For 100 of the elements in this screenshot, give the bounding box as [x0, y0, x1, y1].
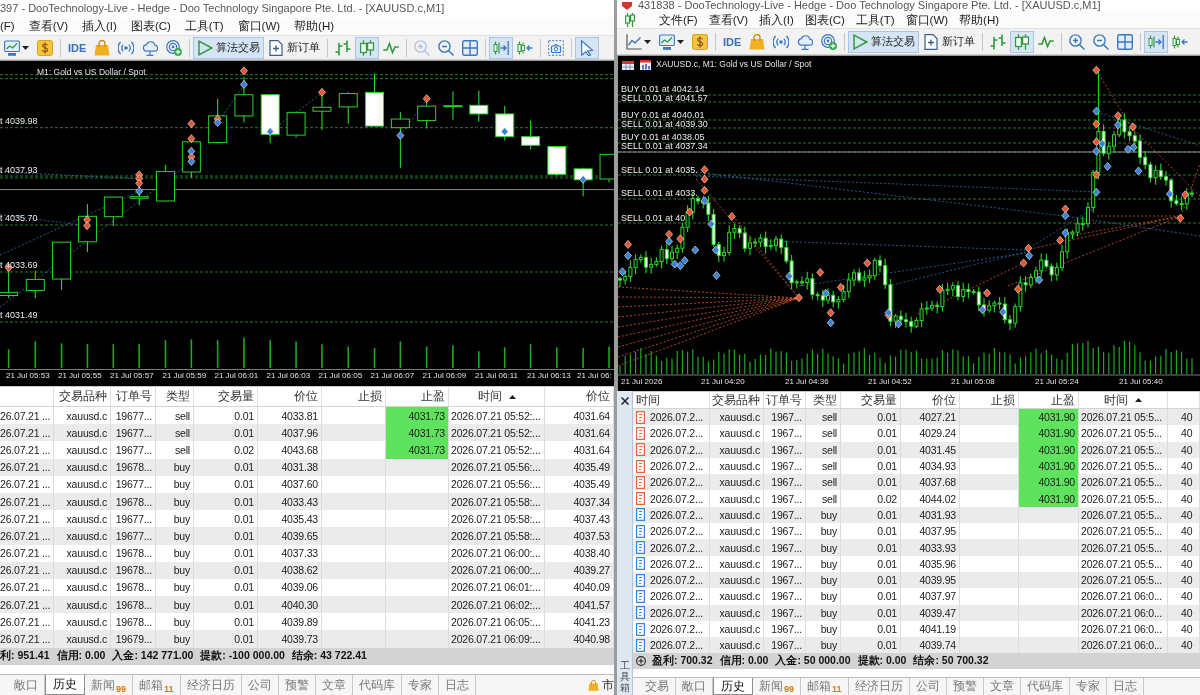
menu-item[interactable]: 插入(I)	[759, 12, 794, 27]
window-title: 397 - DooTechnology-Live - Hedge - Doo Technology Singapore Pte. Ltd. - [XAUUSD.c,M1]	[0, 3, 445, 14]
column-header[interactable]: 价位	[901, 392, 960, 408]
zoom-out-icon	[438, 39, 455, 56]
column-header[interactable]: 时间	[633, 392, 710, 408]
autoscroll-button[interactable]	[489, 36, 514, 59]
column-header[interactable]: 止盈	[385, 387, 449, 406]
tab[interactable]: 日志	[438, 675, 476, 695]
table-cell: 4040.98	[545, 630, 614, 648]
table-cell: 4031.64	[545, 441, 614, 459]
table-cell: 0.01	[841, 588, 901, 605]
column-header[interactable]: 类型	[806, 392, 841, 408]
column-header[interactable]: 交易品种	[54, 387, 111, 406]
column-header[interactable]: 价位	[258, 387, 322, 406]
tab[interactable]: 交易	[633, 678, 676, 695]
table-cell: 0.01	[194, 458, 258, 476]
tab[interactable]: 文章	[983, 678, 1021, 695]
table-cell: 0.01	[841, 604, 901, 621]
tab[interactable]: 专家	[401, 675, 439, 695]
new-order-button[interactable]: 新订单	[264, 36, 325, 59]
column-header[interactable]: 价位	[545, 387, 614, 406]
table-cell: buy	[156, 630, 194, 648]
cloud-icon	[142, 39, 159, 56]
column-header[interactable]: 时间	[1079, 392, 1168, 408]
column-header[interactable]: 交易品种	[710, 392, 764, 408]
table-cell: 4039.65	[258, 527, 322, 545]
column-header[interactable]: 止损	[960, 392, 1019, 408]
tab[interactable]: 代码库	[352, 675, 402, 695]
menu-item[interactable]: 工具(T)	[855, 12, 895, 27]
table-cell: 40	[1168, 588, 1200, 605]
menu-item[interactable]: 帮助(H)	[959, 12, 1000, 27]
tab[interactable]: 经济日历	[180, 675, 242, 695]
table-cell: 4039.47	[901, 604, 960, 621]
table-cell: 4037.33	[258, 544, 322, 562]
menu-item[interactable]: 工具(T)	[184, 19, 224, 33]
tab[interactable]: 日志	[1106, 678, 1144, 695]
column-header[interactable]: 止盈	[1019, 392, 1079, 408]
sort-arrow-icon	[508, 394, 516, 399]
table-cell: buy	[156, 458, 194, 476]
unread-count: 99	[116, 684, 126, 694]
menu-item[interactable]: 插入(I)	[82, 19, 117, 33]
algo-trading-button[interactable]: 算法交易	[193, 36, 265, 59]
menu-item[interactable]: 查看(V)	[708, 12, 749, 27]
market-button[interactable]: 市	[586, 675, 614, 695]
toolbox-label: 工具箱	[619, 660, 630, 693]
tab[interactable]: 专家	[1069, 678, 1107, 695]
unread-count: 11	[164, 684, 174, 694]
tab[interactable]: 预警	[278, 675, 316, 695]
new-order-button[interactable]: 新订单	[919, 30, 980, 53]
tab[interactable]: 预警	[946, 678, 984, 695]
column-header[interactable]: 交易量	[194, 387, 258, 406]
menu-item[interactable]: 图表(C)	[804, 12, 845, 27]
open-time: 2026.07.2...	[650, 427, 704, 440]
table-cell: xauusd.c	[54, 527, 111, 545]
tab[interactable]: 历史	[713, 678, 753, 695]
menu-item[interactable]: 窗口(W)	[237, 19, 281, 33]
candlestick-button[interactable]	[355, 36, 380, 59]
menu-item[interactable]: 图表(C)	[130, 19, 171, 33]
table-cell: 4031.90	[1019, 490, 1079, 507]
table-cell: 0.01	[841, 425, 901, 442]
tab[interactable]: 历史	[45, 675, 85, 695]
table-cell: 2026.07.21 06:00:...	[449, 544, 545, 562]
table-cell: 4035.49	[545, 475, 614, 493]
table-cell: 4035.96	[901, 555, 960, 572]
menu-item[interactable]: 帮助(H)	[294, 19, 335, 33]
tab[interactable]: 文章	[315, 675, 353, 695]
menu-item[interactable]: (F)	[0, 19, 15, 33]
column-header[interactable]: 止损	[322, 387, 386, 406]
cursor-button[interactable]	[575, 36, 600, 59]
menu-item[interactable]: 查看(V)	[28, 19, 69, 33]
menu-item[interactable]: 窗口(W)	[905, 12, 949, 27]
column-header[interactable]: 订单号	[111, 387, 156, 406]
column-header[interactable]: 类型	[156, 387, 194, 406]
open-time: 2026.07.2...	[650, 492, 704, 505]
column-header[interactable]: 交易量	[841, 392, 901, 408]
tab[interactable]: 公司	[909, 678, 947, 695]
ide-button[interactable]: IDE	[719, 30, 746, 53]
tab[interactable]: 公司	[241, 675, 279, 695]
candlestick-button[interactable]	[1010, 30, 1035, 53]
table-cell: 4031.90	[1019, 425, 1079, 442]
algo-trading-button[interactable]: 算法交易	[848, 30, 920, 53]
open-time: 2026.07.2...	[650, 590, 704, 603]
table-cell: sell	[806, 441, 841, 458]
menu-item[interactable]: 文件(F)	[659, 12, 698, 27]
tab[interactable]: 经济日历	[848, 678, 910, 695]
bar-chart-icon	[335, 39, 352, 56]
close-button[interactable]	[619, 396, 630, 406]
autoscroll-button[interactable]	[1144, 30, 1169, 53]
table-cell: 4039.27	[545, 561, 614, 579]
column-header[interactable]: 订单号	[764, 392, 806, 408]
plus-circle-icon	[636, 656, 646, 667]
tab[interactable]: 代码库	[1020, 678, 1070, 695]
column-header[interactable]: 时间	[449, 387, 545, 406]
table-cell: xauusd.c	[54, 458, 111, 476]
table-cell: xauusd.c	[54, 441, 111, 459]
open-time: 2026.07.2...	[650, 476, 704, 489]
open-time: 2026.07.2...	[650, 606, 704, 619]
table-cell: 19678...	[111, 561, 156, 579]
signal-icon	[118, 39, 135, 56]
ide-button[interactable]: IDE	[64, 36, 91, 59]
